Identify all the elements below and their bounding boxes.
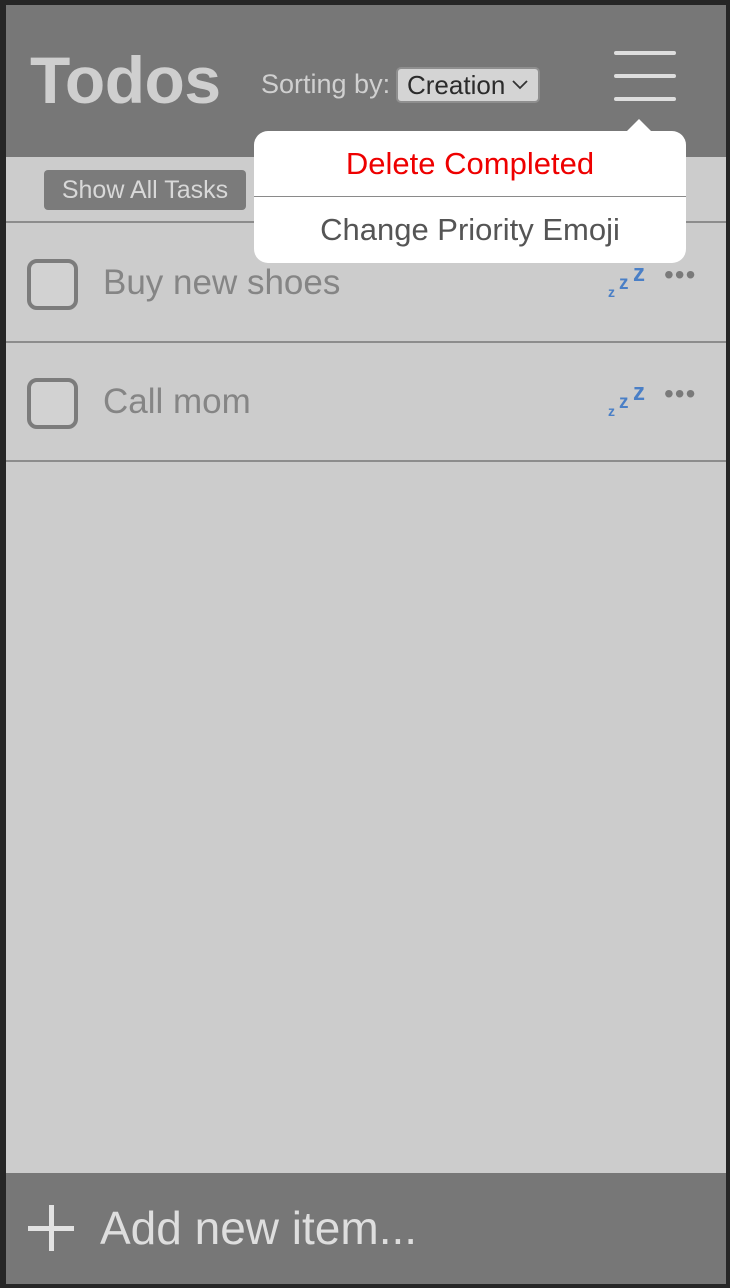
menu-item-change-priority-emoji[interactable]: Change Priority Emoji — [254, 197, 686, 263]
todo-app: Todos Sorting by: Creation Show All Task… — [6, 5, 726, 1284]
svg-text:z: z — [619, 392, 629, 413]
add-item-input[interactable]: Add new item... — [100, 1205, 417, 1251]
svg-text:z: z — [608, 403, 615, 419]
hamburger-menu-icon[interactable] — [614, 51, 678, 105]
more-options-icon[interactable]: ••• — [664, 261, 696, 289]
sort-dropdown-value: Creation — [407, 70, 506, 100]
todo-checkbox[interactable] — [27, 259, 78, 310]
zzz-sleep-icon[interactable]: z z z — [608, 378, 656, 422]
sort-dropdown[interactable]: Creation — [396, 67, 540, 103]
svg-text:z: z — [633, 379, 645, 406]
chevron-down-icon — [512, 80, 528, 90]
svg-text:z: z — [608, 284, 615, 300]
menu-item-delete-completed[interactable]: Delete Completed — [254, 131, 686, 197]
svg-text:z: z — [633, 260, 645, 287]
page-title: Todos — [30, 43, 221, 117]
todo-checkbox[interactable] — [27, 378, 78, 429]
options-popover-menu: Delete Completed Change Priority Emoji — [254, 119, 686, 263]
todo-item: Call mom z z z ••• — [6, 344, 726, 462]
add-item-bar: Add new item... — [6, 1173, 726, 1284]
todo-text[interactable]: Buy new shoes — [103, 265, 340, 300]
show-all-tasks-button[interactable]: Show All Tasks — [44, 170, 246, 210]
todo-text[interactable]: Call mom — [103, 384, 251, 419]
svg-text:z: z — [619, 273, 629, 294]
sort-label: Sorting by: — [261, 69, 391, 99]
plus-icon[interactable] — [28, 1205, 74, 1251]
zzz-sleep-icon[interactable]: z z z — [608, 259, 656, 303]
more-options-icon[interactable]: ••• — [664, 380, 696, 408]
